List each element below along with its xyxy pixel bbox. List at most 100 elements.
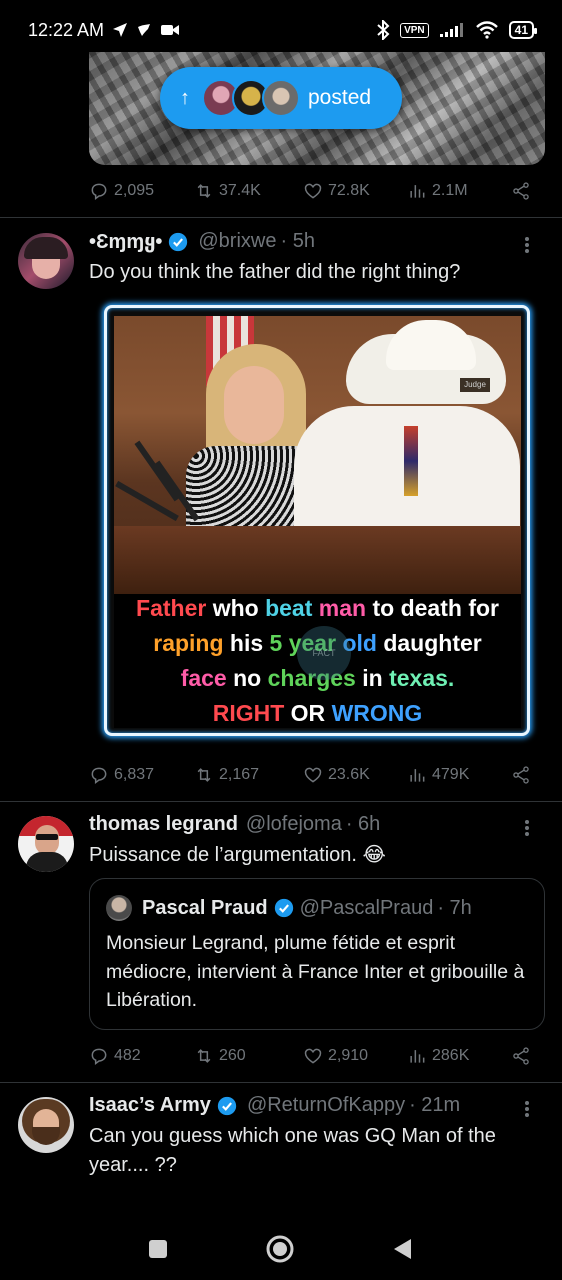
handle[interactable]: @lofejoma <box>246 813 342 836</box>
caption-word: no <box>233 665 262 691</box>
share-button[interactable] <box>511 181 531 201</box>
caption-word: raping <box>153 630 224 656</box>
reply-count: 6,837 <box>114 766 155 783</box>
reply-icon <box>91 1048 107 1065</box>
timestamp: · 6h <box>345 813 381 835</box>
caption-word: man <box>318 595 367 621</box>
display-name[interactable]: thomas legrand <box>89 813 238 836</box>
action-bar: 482 260 2,910 286K <box>89 1042 535 1072</box>
action-bar: 2,095 37.4K 72.8K 2.1M <box>89 177 535 207</box>
signal-icon <box>439 22 465 38</box>
tweet-text: Do you think the father did the right th… <box>89 261 461 283</box>
tweet-header: Isaac’s Army @ReturnOfKappy · 21m <box>89 1094 460 1117</box>
action-bar: 6,837 2,167 23.6K 479K <box>89 761 535 791</box>
repost-icon <box>197 1049 211 1063</box>
like-count: 72.8K <box>328 182 370 199</box>
new-posts-pill[interactable]: ↑ posted <box>160 67 402 129</box>
like-icon <box>304 767 322 783</box>
tweet-header: •Ɛɱɱყ• @brixwe · 5h <box>89 229 315 254</box>
reply-button[interactable]: 482 <box>89 1046 141 1066</box>
caption-word: Father <box>136 595 207 621</box>
repost-count: 2,167 <box>219 766 260 783</box>
reply-count: 2,095 <box>114 182 155 199</box>
share-button[interactable] <box>511 1046 531 1066</box>
reply-button[interactable]: 2,095 <box>89 181 154 201</box>
more-icon[interactable] <box>524 1100 530 1118</box>
tweet-image[interactable]: Judge Father who beat man to death for r… <box>104 305 530 736</box>
avatar[interactable] <box>18 233 74 289</box>
timestamp: · 7h <box>437 896 472 919</box>
divider <box>0 1082 562 1083</box>
handle[interactable]: @brixwe <box>198 230 276 253</box>
view-count: 286K <box>432 1047 470 1064</box>
caption-word: face <box>180 665 227 691</box>
views-icon <box>410 185 425 198</box>
tweet-text: Puissance de l’argumentation. 😂 <box>89 844 386 866</box>
avatar <box>106 895 132 921</box>
notification-icon <box>136 22 152 38</box>
posted-label: posted <box>308 86 372 109</box>
more-icon[interactable] <box>524 819 530 837</box>
views-button[interactable]: 286K <box>407 1046 469 1066</box>
views-button[interactable]: 2.1M <box>407 181 468 201</box>
clock: 12:22 AM <box>28 19 105 40</box>
tweet-header: thomas legrand @lofejoma · 6h <box>89 813 380 836</box>
repost-button[interactable]: 260 <box>194 1046 246 1066</box>
like-button[interactable]: 23.6K <box>303 765 370 785</box>
vpn-badge: VPN <box>400 22 429 38</box>
pill-avatar <box>262 79 300 117</box>
reply-icon <box>91 183 107 200</box>
like-icon <box>304 183 322 199</box>
caption-word: daughter <box>383 630 482 656</box>
like-count: 2,910 <box>328 1047 369 1064</box>
caption-word: for <box>468 595 499 621</box>
handle: @PascalPraud <box>299 896 434 919</box>
avatar[interactable] <box>18 1097 74 1153</box>
divider <box>0 217 562 218</box>
repost-button[interactable]: 2,167 <box>194 765 259 785</box>
reply-count: 482 <box>114 1047 141 1064</box>
back-icon[interactable] <box>382 1229 422 1269</box>
handle[interactable]: @ReturnOfKappy <box>247 1094 405 1117</box>
verified-icon <box>168 232 188 252</box>
battery-indicator: 41 <box>508 21 538 39</box>
caption-word: who <box>212 595 259 621</box>
like-button[interactable]: 72.8K <box>303 181 370 201</box>
views-button[interactable]: 479K <box>407 765 469 785</box>
repost-count: 37.4K <box>219 182 261 199</box>
quote-text: Monsieur Legrand, plume fétide et esprit… <box>106 932 525 1011</box>
like-button[interactable]: 2,910 <box>303 1046 368 1066</box>
views-icon <box>410 769 425 782</box>
verified-icon <box>217 1096 237 1116</box>
recents-icon[interactable] <box>138 1229 178 1269</box>
caption-word: to death <box>372 595 462 621</box>
quoted-tweet[interactable]: Pascal Praud @PascalPraud · 7h Monsieur … <box>89 878 545 1030</box>
timestamp: · 21m <box>409 1094 461 1116</box>
system-nav-bar <box>0 1215 562 1280</box>
timestamp: · 5h <box>280 230 315 252</box>
display-name[interactable]: •Ɛɱɱყ• <box>89 229 162 254</box>
image-caption: Father who beat man to death for raping … <box>114 594 521 728</box>
bluetooth-icon <box>376 20 390 40</box>
divider <box>0 801 562 802</box>
views-icon <box>410 1050 425 1063</box>
like-count: 23.6K <box>328 766 370 783</box>
reply-button[interactable]: 6,837 <box>89 765 154 785</box>
caption-word: OR <box>290 700 326 726</box>
repost-icon <box>197 768 211 782</box>
avatar[interactable] <box>18 816 74 872</box>
tweet-text: Can you guess which one was GQ Man of th… <box>89 1125 496 1176</box>
wifi-icon <box>475 21 499 39</box>
repost-button[interactable]: 37.4K <box>194 181 261 201</box>
display-name: Pascal Praud <box>142 896 268 919</box>
status-bar: 12:22 AM VPN 41 <box>0 0 562 60</box>
display-name[interactable]: Isaac’s Army <box>89 1094 211 1117</box>
verified-icon <box>274 898 294 918</box>
up-arrow-icon: ↑ <box>180 86 190 109</box>
home-icon[interactable] <box>260 1229 300 1269</box>
share-button[interactable] <box>511 765 531 785</box>
share-icon <box>513 1047 529 1065</box>
caption-word: beat <box>265 595 313 621</box>
caption-word: his <box>229 630 264 656</box>
more-icon[interactable] <box>524 236 530 254</box>
